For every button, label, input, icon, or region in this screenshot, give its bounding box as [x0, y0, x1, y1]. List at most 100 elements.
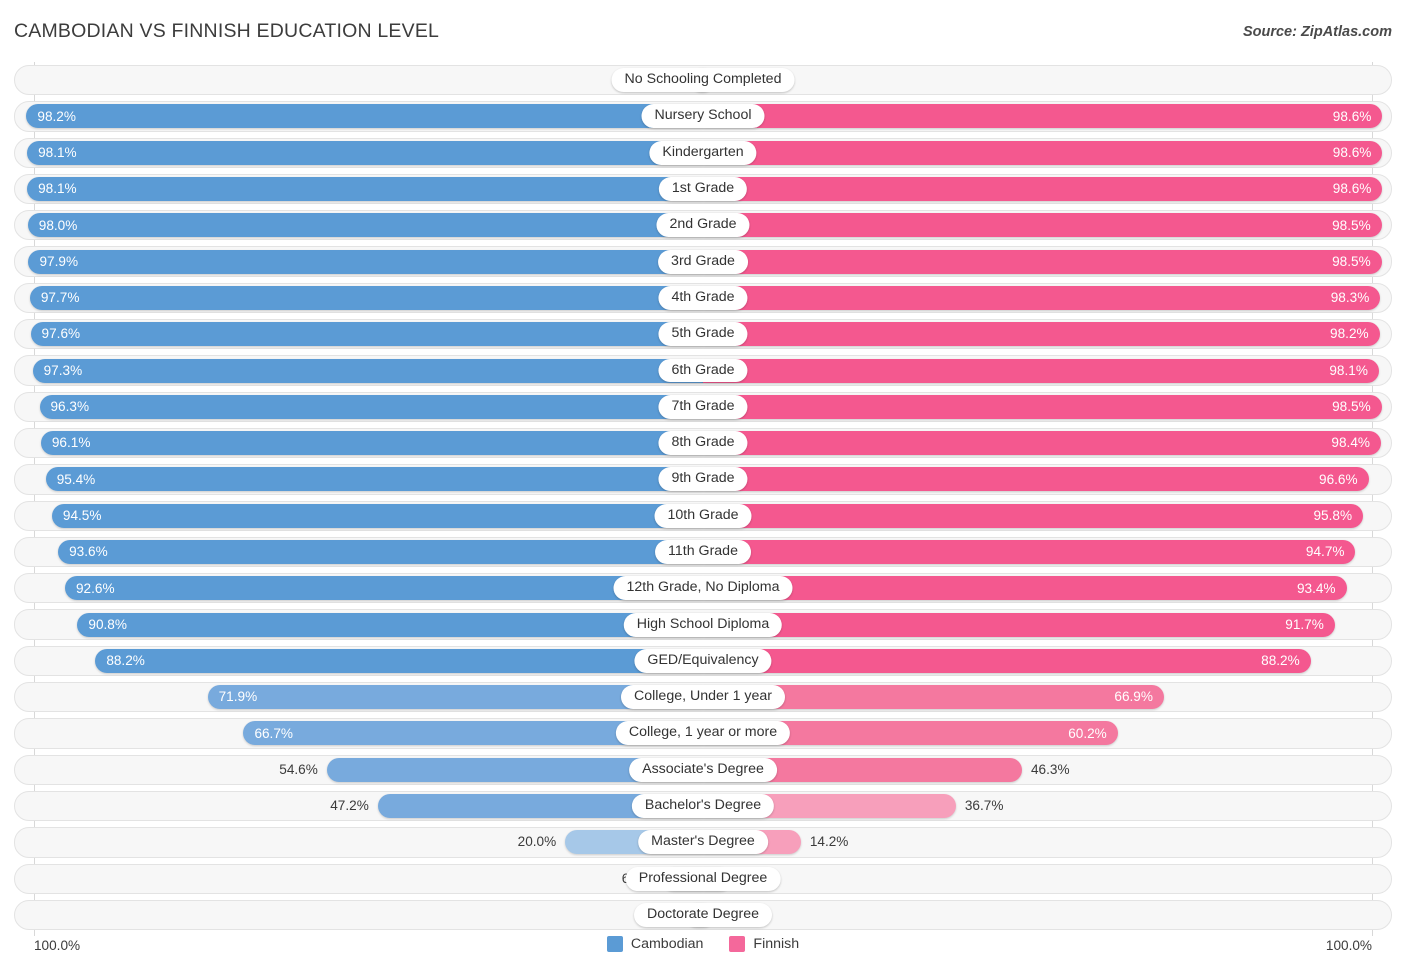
chart-row: 98.1% 98.6% 1st Grade	[14, 171, 1392, 207]
chart-row: 94.5% 95.8% 10th Grade	[14, 498, 1392, 534]
left-half: 97.7%	[14, 280, 703, 316]
bar-cambodian[interactable]: 90.8%	[77, 612, 703, 637]
bar-finnish[interactable]: 95.8%	[703, 503, 1364, 528]
category-label: 10th Grade	[654, 503, 752, 528]
bar-rows-container: 1.9%1.5%No Schooling Completed 98.2% 98.6%…	[14, 62, 1392, 934]
chart-row: 88.2% 88.2% GED/Equivalency	[14, 643, 1392, 679]
left-half: 96.3%	[14, 389, 703, 425]
bar-cambodian[interactable]: 88.2%	[95, 648, 703, 673]
right-half: 91.7%	[703, 606, 1392, 642]
right-half: 14.2%	[703, 824, 1392, 860]
left-half: 97.6%	[14, 316, 703, 352]
bar-cambodian[interactable]: 94.5%	[51, 503, 703, 528]
category-label: Master's Degree	[638, 830, 768, 855]
chart-row: 98.1% 98.6% Kindergarten	[14, 135, 1392, 171]
bar-finnish[interactable]: 88.2%	[703, 648, 1311, 673]
bar-finnish[interactable]: 98.3%	[703, 285, 1381, 310]
bar-cambodian[interactable]: 96.3%	[39, 394, 703, 419]
left-half: 95.4%	[14, 461, 703, 497]
bar-cambodian[interactable]: 97.3%	[32, 358, 703, 383]
bar-value-finnish: 98.5%	[1332, 253, 1371, 269]
bar-cambodian[interactable]: 92.6%	[65, 576, 703, 601]
bar-finnish[interactable]: 98.5%	[703, 394, 1382, 419]
bar-cambodian[interactable]: 97.6%	[30, 322, 703, 347]
left-half: 47.2%	[14, 788, 703, 824]
bar-value-finnish: 96.6%	[1319, 471, 1358, 487]
legend-label-finnish: Finnish	[753, 935, 800, 952]
bar-value-finnish: 98.6%	[1332, 108, 1372, 124]
right-half: 66.9%	[703, 679, 1392, 715]
bar-finnish[interactable]: 98.5%	[703, 249, 1382, 274]
bar-finnish[interactable]: 98.2%	[703, 322, 1380, 347]
legend-label-cambodian: Cambodian	[630, 935, 704, 952]
left-half: 88.2%	[14, 643, 703, 679]
bar-value-finnish: 98.3%	[1330, 290, 1370, 306]
chart-row: 92.6% 93.4% 12th Grade, No Diploma	[14, 570, 1392, 606]
bar-finnish[interactable]: 93.4%	[703, 576, 1347, 601]
category-label: 7th Grade	[658, 394, 748, 419]
bar-cambodian[interactable]: 98.1%	[27, 177, 703, 202]
bar-cambodian[interactable]: 97.9%	[28, 249, 703, 274]
bar-cambodian[interactable]: 95.4%	[45, 467, 703, 492]
bar-value-cambodian: 98.0%	[38, 217, 78, 233]
chart-row: 66.7% 60.2% College, 1 year or more	[14, 715, 1392, 751]
left-half: 92.6%	[14, 570, 703, 606]
category-label: College, 1 year or more	[615, 721, 791, 746]
bar-finnish[interactable]: 98.6%	[703, 104, 1383, 129]
chart-row: 97.3% 98.1% 6th Grade	[14, 352, 1392, 388]
chart-header: CAMBODIAN VS FINNISH EDUCATION LEVEL Sou…	[0, 0, 1406, 58]
bar-value-cambodian: 47.2%	[330, 798, 369, 814]
bar-value-cambodian: 93.6%	[69, 544, 108, 560]
bar-value-cambodian: 54.6%	[279, 761, 318, 777]
bar-value-cambodian: 66.7%	[254, 725, 293, 741]
category-label: Professional Degree	[625, 866, 781, 891]
right-half: 98.2%	[703, 316, 1392, 352]
bar-finnish[interactable]: 98.6%	[703, 140, 1383, 165]
category-label: Doctorate Degree	[634, 903, 772, 927]
chart-footer: 100.0% Cambodian Finnish 100.0%	[14, 936, 1392, 966]
right-half: 96.6%	[703, 461, 1392, 497]
bar-finnish[interactable]: 94.7%	[703, 540, 1356, 564]
bar-finnish[interactable]: 98.5%	[703, 213, 1382, 238]
left-half: 97.3%	[14, 352, 703, 388]
right-half: 46.3%	[703, 752, 1392, 788]
bar-cambodian[interactable]: 98.0%	[27, 213, 703, 238]
left-half: 2.6%	[14, 897, 703, 933]
bar-finnish[interactable]: 98.4%	[703, 431, 1381, 456]
bar-cambodian[interactable]: 93.6%	[58, 540, 703, 564]
chart-row: 20.0% 14.2% Master's Degree	[14, 824, 1392, 860]
chart-row: 96.1% 98.4% 8th Grade	[14, 425, 1392, 461]
bar-value-cambodian: 96.3%	[50, 399, 90, 415]
left-half: 71.9%	[14, 679, 703, 715]
chart-row: 95.4% 96.6% 9th Grade	[14, 461, 1392, 497]
bar-value-cambodian: 95.4%	[56, 471, 96, 487]
legend-swatch-finnish	[729, 936, 746, 952]
left-half: 98.1%	[14, 171, 703, 207]
legend-item-cambodian[interactable]: Cambodian	[606, 935, 704, 952]
bar-cambodian[interactable]: 96.1%	[40, 431, 703, 456]
chart-row: 97.9% 98.5% 3rd Grade	[14, 243, 1392, 279]
category-label: 6th Grade	[658, 358, 748, 383]
bar-finnish[interactable]: 91.7%	[703, 612, 1335, 637]
left-half: 94.5%	[14, 498, 703, 534]
legend: Cambodian Finnish	[14, 936, 1392, 952]
bar-finnish[interactable]: 98.6%	[703, 177, 1383, 202]
bar-cambodian[interactable]: 97.7%	[29, 285, 703, 310]
bar-value-finnish: 14.2%	[809, 834, 849, 850]
chart-row: 93.6% 94.7% 11th Grade	[14, 534, 1392, 570]
category-label: 5th Grade	[658, 322, 748, 347]
bar-finnish[interactable]: 96.6%	[703, 467, 1369, 492]
bar-value-cambodian: 71.9%	[218, 689, 258, 705]
bar-cambodian[interactable]: 98.1%	[27, 140, 703, 165]
bar-value-finnish: 98.4%	[1331, 435, 1370, 451]
left-half: 1.9%	[14, 62, 703, 98]
chart-row: 98.2% 98.6% Nursery School	[14, 98, 1392, 134]
category-label: 8th Grade	[658, 431, 748, 456]
bar-cambodian[interactable]: 98.2%	[26, 104, 703, 129]
bar-value-cambodian: 20.0%	[517, 834, 557, 850]
bar-finnish[interactable]: 98.1%	[703, 358, 1379, 383]
category-label: 9th Grade	[658, 467, 748, 492]
chart-page: CAMBODIAN VS FINNISH EDUCATION LEVEL Sou…	[0, 0, 1406, 975]
left-half: 96.1%	[14, 425, 703, 461]
legend-item-finnish[interactable]: Finnish	[729, 936, 799, 952]
